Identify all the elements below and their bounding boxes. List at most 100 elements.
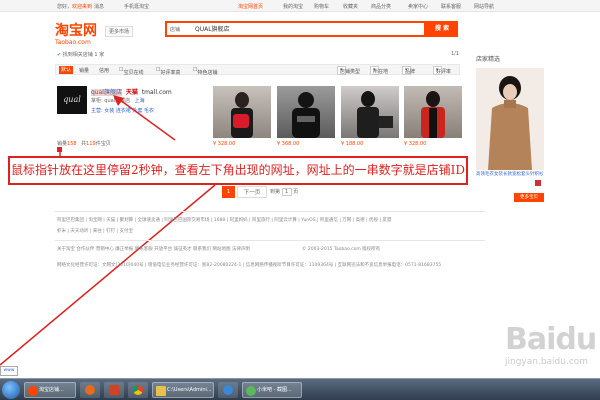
sales-prefix: 销量 (57, 141, 68, 147)
footer-group-links[interactable]: 阿里巴巴集团 | 淘宝网 | 天猫 | 聚划算 | 全球速卖通 | 阿里巴巴国际… (57, 217, 487, 223)
app-icon (223, 385, 233, 395)
annotation-box: 鼠标指针放在这里停留2秒钟，查看左下角出现的网址，网址上的一串数字就是店铺ID (8, 156, 468, 185)
shop-name-row: qual旗舰店 天猫 tmall.com (91, 87, 172, 96)
footer-divider (55, 240, 485, 241)
favorites-link[interactable]: 收藏夹 (343, 3, 358, 10)
taskbar-window-explorer[interactable]: C:\Users\Admini... (152, 382, 214, 398)
filter-rating-checkbox[interactable]: ☐ 好评率高 (156, 67, 181, 76)
filter-feature-checkbox[interactable]: ☐ 特色店铺 (193, 67, 218, 76)
footer-divider (55, 211, 485, 212)
taskbar-app-generic[interactable] (218, 382, 238, 398)
sort-credit-tab[interactable]: 信用 (99, 67, 109, 74)
chrome-icon (133, 385, 143, 395)
footer-licenses: 网络文化经营许可证：文网文[2010]040号 | 增值电信业务经营许可证：浙B… (57, 263, 442, 268)
featured-product-image[interactable] (476, 68, 544, 170)
search-scope-select[interactable]: 店铺 (170, 26, 180, 33)
shop-main-categories[interactable]: 主营: 女装 连衣裙 外套 毛衣 (91, 107, 154, 114)
product-image[interactable] (277, 86, 335, 138)
product-image[interactable] (213, 86, 271, 138)
filter-bar: 默认 销量 信用 ☐ 宝贝在线 ☐ 好评率高 ☐ 特色店铺 店铺类型 ▾ 所在地… (55, 64, 460, 76)
filter-feature-label: 特色店铺 (197, 70, 218, 76)
location-dropdown[interactable]: 所在地 ▾ (370, 66, 388, 75)
contact-link[interactable]: 联系客服 (441, 3, 461, 10)
cart-link[interactable]: 购物车 (314, 3, 329, 10)
page-indicator: 1/1 (451, 51, 460, 57)
filter-rating-label: 好评率高 (160, 70, 181, 76)
found-count: 1 (94, 52, 98, 58)
taskbar-window-label: 小米吧 - 截图... (257, 387, 292, 393)
logo-cn: 淘宝网 (55, 23, 97, 39)
filter-online-label: 宝贝在线 (123, 70, 144, 76)
sort-default-tab[interactable]: 默认 (59, 66, 74, 74)
found-prefix: 找到相关店铺 (62, 52, 93, 58)
baidu-watermark: Baidu (505, 322, 597, 357)
brand-dropdown[interactable]: 品牌 ▾ (402, 66, 415, 75)
taskbar-app-ppt[interactable] (104, 382, 124, 398)
next-page-button[interactable]: 下一页 (237, 186, 267, 198)
seller-center-link[interactable]: 卖家中心 (408, 3, 428, 10)
mobile-link[interactable]: 手机逛淘宝 (124, 3, 149, 10)
baidu-watermark-url: jingyan.baidu.com (505, 357, 589, 367)
filter-online-checkbox[interactable]: ☐ 宝贝在线 (119, 67, 144, 76)
shop-name-link[interactable]: qual旗舰店 (91, 89, 122, 96)
brand-label: 品牌 (405, 69, 416, 75)
page-jump-input[interactable]: 1 (281, 188, 292, 196)
product-card[interactable]: ¥ 328.00 (213, 86, 271, 147)
product-image[interactable] (341, 86, 399, 138)
taskbar-window-taobao[interactable]: 淘宝店铺... (24, 382, 76, 398)
search-box: 店铺 (165, 21, 426, 37)
powerpoint-icon (109, 385, 119, 395)
page-current[interactable]: 1 (222, 186, 235, 198)
product-price: ¥ 328.00 (404, 141, 427, 147)
greeting-text: 您好， (57, 4, 73, 10)
status-url-tab: www (0, 366, 18, 376)
page-jump-prefix: 到第 (270, 189, 281, 195)
taskbar-window-label: 淘宝店铺... (39, 387, 64, 393)
product-price: ¥ 188.00 (341, 141, 364, 147)
sitemap-link[interactable]: 网站导航 (474, 3, 494, 10)
check-icon: ✔ (57, 52, 62, 58)
screenshot-icon (246, 386, 256, 396)
logo-en: Taobao.com (55, 39, 91, 46)
taskbar-app-firefox[interactable] (80, 382, 100, 398)
page-jump-suffix: 页 (293, 189, 299, 195)
search-button[interactable]: 搜 索 (426, 21, 458, 37)
sort-sales-tab[interactable]: 销量 (79, 67, 89, 74)
taskbar-window-screenshot[interactable]: 小米吧 - 截图... (242, 382, 302, 398)
region-select[interactable]: 更多市场 (105, 26, 134, 37)
rating-label: 好评率 (436, 69, 452, 75)
product-card[interactable]: ¥ 328.00 (404, 86, 462, 147)
product-card[interactable]: ¥ 188.00 (341, 86, 399, 147)
tmall-badge: 天猫 (125, 89, 138, 96)
taobao-home-link[interactable]: 淘宝网首页 (238, 3, 263, 10)
footer-group-links-2[interactable]: 虾米 | 天天动听 | 来往 | 钉钉 | 支付宝 (57, 228, 487, 234)
shop-owner[interactable]: 掌柜: qual旗舰店 (91, 98, 130, 104)
sales-count: 158 (67, 141, 77, 147)
featured-desc[interactable]: 高领毛衣女装长款宽松套头针织衫 (476, 172, 546, 178)
more-items-button[interactable]: 更多宝贝 (514, 193, 544, 202)
goods-category-link[interactable]: 商品分类 (371, 3, 391, 10)
shop-stats: 销量158 共119件宝贝 (57, 140, 111, 147)
taobao-logo[interactable]: 淘宝网 Taobao.com (55, 20, 97, 46)
product-card[interactable]: ¥ 368.00 (277, 86, 335, 147)
footer-copyright: © 2003-2015 Taobao.com 版权所有 (302, 247, 381, 252)
results-count: ✔ 找到相关店铺 1 家 (57, 51, 104, 58)
items-count: 119 (86, 141, 96, 147)
messages-link[interactable]: 消息 (94, 3, 104, 10)
user-link[interactable]: 欢迎来到 (72, 3, 92, 10)
rating-dropdown[interactable]: 好评率 ▾ (433, 66, 451, 75)
search-input[interactable] (195, 25, 375, 32)
featured-marker (535, 180, 541, 186)
product-image[interactable] (404, 86, 462, 138)
page-jump: 到第 1 页 (270, 188, 298, 196)
shop-type-dropdown[interactable]: 店铺类型 ▾ (337, 66, 360, 75)
taskbar-app-chrome[interactable] (128, 382, 148, 398)
my-taobao-link[interactable]: 我的淘宝 (283, 3, 303, 10)
windows-taskbar: 淘宝店铺... C:\Users\Admini... 小米吧 - 截图... (0, 378, 600, 400)
taobao-icon (28, 386, 38, 396)
shop-logo[interactable]: qual (57, 86, 87, 114)
site-top-bar: 您好， 欢迎来到 消息 手机逛淘宝 淘宝网首页 我的淘宝 购物车 收藏夹 商品分… (0, 0, 600, 12)
start-button[interactable] (2, 381, 20, 399)
shop-location: 上海 (134, 98, 145, 104)
featured-title: 店家精选 (476, 56, 501, 63)
